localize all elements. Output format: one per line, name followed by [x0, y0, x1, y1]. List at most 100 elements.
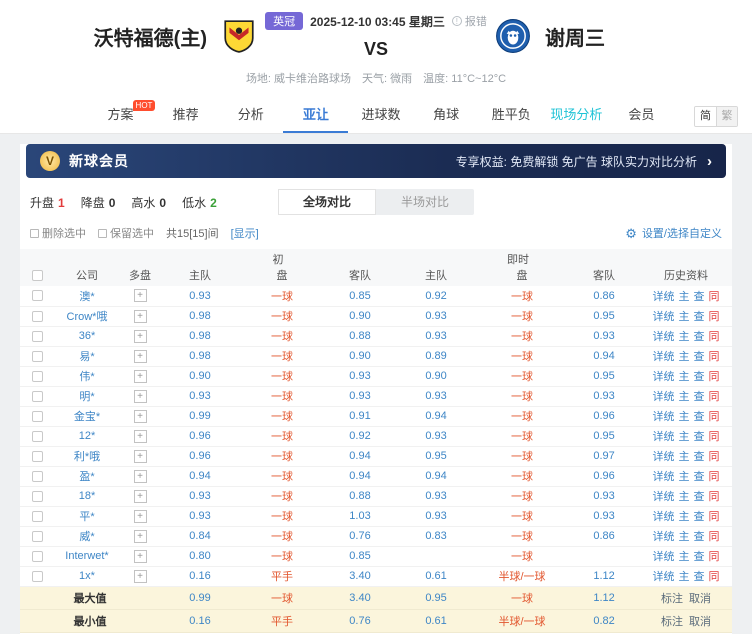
row-checkbox[interactable]: [32, 571, 43, 582]
history-home-link[interactable]: 主: [679, 471, 690, 483]
expand-odds-button[interactable]: +: [134, 470, 147, 483]
tab-full-match[interactable]: 全场对比: [278, 189, 376, 215]
company-link[interactable]: 伟*: [79, 371, 94, 383]
history-check-link[interactable]: 查: [694, 511, 705, 523]
nav-tab-win-draw-lose[interactable]: 胜平负: [479, 98, 544, 133]
delete-selected-button[interactable]: 删除选中: [30, 225, 86, 241]
nav-tab-recommend[interactable]: 推荐: [153, 98, 218, 133]
row-checkbox[interactable]: [32, 531, 43, 542]
history-detail-link[interactable]: 详统: [653, 371, 675, 383]
history-detail-link[interactable]: 详统: [653, 331, 675, 343]
row-checkbox[interactable]: [32, 411, 43, 422]
company-link[interactable]: Crow*哦: [67, 311, 108, 323]
history-same-link[interactable]: 同: [709, 311, 720, 323]
nav-tab-plan[interactable]: 方案HOT: [88, 98, 153, 133]
history-detail-link[interactable]: 详统: [653, 511, 675, 523]
history-check-link[interactable]: 查: [694, 371, 705, 383]
history-check-link[interactable]: 查: [694, 331, 705, 343]
history-same-link[interactable]: 同: [709, 531, 720, 543]
history-check-link[interactable]: 查: [694, 551, 705, 563]
keep-selected-button[interactable]: 保留选中: [98, 225, 154, 241]
history-detail-link[interactable]: 详统: [653, 391, 675, 403]
history-check-link[interactable]: 查: [694, 451, 705, 463]
history-home-link[interactable]: 主: [679, 491, 690, 503]
history-same-link[interactable]: 同: [709, 331, 720, 343]
expand-odds-button[interactable]: +: [134, 570, 147, 583]
tab-half-match[interactable]: 半场对比: [376, 189, 474, 215]
company-link[interactable]: 12*: [79, 430, 96, 442]
history-same-link[interactable]: 同: [709, 351, 720, 363]
expand-odds-button[interactable]: +: [134, 450, 147, 463]
nav-tab-analysis[interactable]: 分析: [218, 98, 283, 133]
history-check-link[interactable]: 查: [694, 411, 705, 423]
expand-odds-button[interactable]: +: [134, 370, 147, 383]
row-checkbox[interactable]: [32, 431, 43, 442]
history-same-link[interactable]: 同: [709, 431, 720, 443]
history-home-link[interactable]: 主: [679, 291, 690, 303]
expand-odds-button[interactable]: +: [134, 530, 147, 543]
company-link[interactable]: 1x*: [79, 570, 95, 582]
history-detail-link[interactable]: 详统: [653, 491, 675, 503]
row-checkbox[interactable]: [32, 471, 43, 482]
row-checkbox[interactable]: [32, 351, 43, 362]
history-same-link[interactable]: 同: [709, 451, 720, 463]
company-link[interactable]: 金宝*: [74, 411, 100, 423]
customize-settings[interactable]: ⚙ 设置/选择自定义: [625, 225, 722, 241]
history-detail-link[interactable]: 详统: [653, 471, 675, 483]
mark-link[interactable]: 标注: [661, 593, 683, 605]
expand-odds-button[interactable]: +: [134, 390, 147, 403]
history-same-link[interactable]: 同: [709, 411, 720, 423]
history-home-link[interactable]: 主: [679, 391, 690, 403]
row-checkbox[interactable]: [32, 491, 43, 502]
nav-tab-asian-handicap[interactable]: 亚让: [283, 98, 348, 133]
company-link[interactable]: 利*哦: [74, 451, 100, 463]
history-home-link[interactable]: 主: [679, 371, 690, 383]
nav-tab-live-analysis[interactable]: 现场分析: [544, 98, 609, 133]
nav-tab-corners[interactable]: 角球: [414, 98, 479, 133]
history-detail-link[interactable]: 详统: [653, 571, 675, 583]
history-home-link[interactable]: 主: [679, 351, 690, 363]
expand-odds-button[interactable]: +: [134, 310, 147, 323]
history-check-link[interactable]: 查: [694, 471, 705, 483]
company-link[interactable]: 18*: [79, 490, 96, 502]
history-check-link[interactable]: 查: [694, 291, 705, 303]
history-home-link[interactable]: 主: [679, 511, 690, 523]
row-checkbox[interactable]: [32, 311, 43, 322]
lang-simplified-button[interactable]: 简: [695, 107, 716, 126]
lang-traditional-button[interactable]: 繁: [716, 107, 737, 126]
member-banner[interactable]: V 新球会员 专享权益: 免费解锁 免广告 球队实力对比分析 ›: [26, 144, 726, 178]
history-same-link[interactable]: 同: [709, 371, 720, 383]
row-checkbox[interactable]: [32, 290, 43, 301]
history-home-link[interactable]: 主: [679, 531, 690, 543]
company-link[interactable]: 平*: [79, 511, 94, 523]
history-home-link[interactable]: 主: [679, 431, 690, 443]
history-check-link[interactable]: 查: [694, 351, 705, 363]
history-same-link[interactable]: 同: [709, 291, 720, 303]
company-link[interactable]: 明*: [79, 391, 94, 403]
history-check-link[interactable]: 查: [694, 311, 705, 323]
nav-tab-member[interactable]: 会员: [609, 98, 674, 133]
history-home-link[interactable]: 主: [679, 311, 690, 323]
expand-odds-button[interactable]: +: [134, 430, 147, 443]
cancel-link[interactable]: 取消: [689, 593, 711, 605]
row-checkbox[interactable]: [32, 511, 43, 522]
expand-odds-button[interactable]: +: [134, 350, 147, 363]
expand-odds-button[interactable]: +: [134, 490, 147, 503]
history-detail-link[interactable]: 详统: [653, 431, 675, 443]
mark-link[interactable]: 标注: [661, 616, 683, 628]
history-same-link[interactable]: 同: [709, 471, 720, 483]
history-detail-link[interactable]: 详统: [653, 411, 675, 423]
history-home-link[interactable]: 主: [679, 411, 690, 423]
history-home-link[interactable]: 主: [679, 331, 690, 343]
show-link[interactable]: [显示]: [231, 225, 259, 241]
history-check-link[interactable]: 查: [694, 391, 705, 403]
company-link[interactable]: 36*: [79, 330, 96, 342]
history-same-link[interactable]: 同: [709, 491, 720, 503]
history-detail-link[interactable]: 详统: [653, 311, 675, 323]
row-checkbox[interactable]: [32, 371, 43, 382]
row-checkbox[interactable]: [32, 551, 43, 562]
company-link[interactable]: 易*: [79, 351, 94, 363]
history-check-link[interactable]: 查: [694, 491, 705, 503]
row-checkbox[interactable]: [32, 451, 43, 462]
history-same-link[interactable]: 同: [709, 571, 720, 583]
